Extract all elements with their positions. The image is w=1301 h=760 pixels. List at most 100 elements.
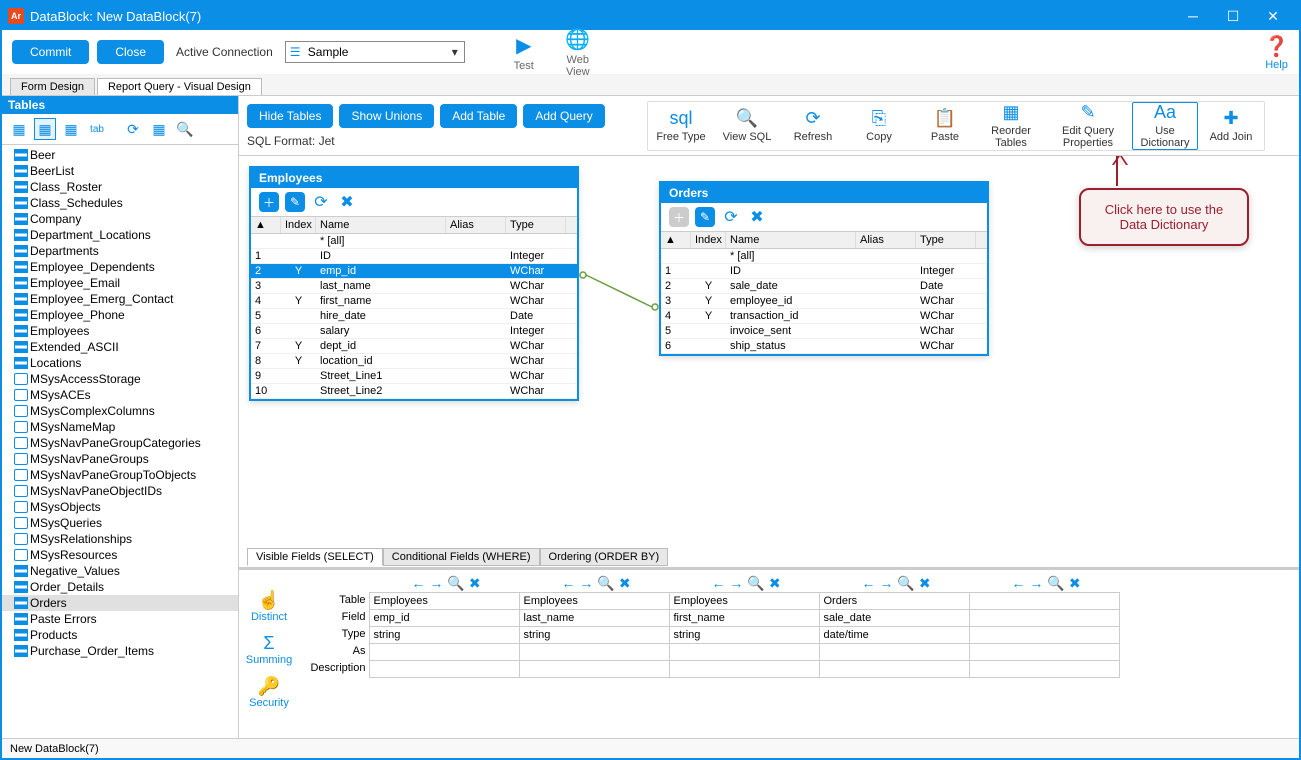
field-type-cell[interactable]: string (369, 626, 520, 644)
test-button[interactable]: ▶ Test (501, 33, 547, 72)
tree-item-class-schedules[interactable]: Class_Schedules (2, 195, 238, 211)
use-dictionary-button[interactable]: AaUse Dictionary (1132, 102, 1198, 150)
field-description-cell[interactable] (669, 660, 820, 678)
tree-item-employee-phone[interactable]: Employee_Phone (2, 307, 238, 323)
table-tree[interactable]: BeerBeerListClass_RosterClass_SchedulesC… (2, 145, 238, 738)
field-type-cell[interactable]: string (669, 626, 820, 644)
tab-visible-fields[interactable]: Visible Fields (SELECT) (247, 548, 383, 566)
edit-field-icon[interactable]: ✎ (695, 207, 715, 227)
remove-card-icon[interactable]: ✖ (747, 207, 767, 227)
field-row[interactable]: 9Street_Line1WChar (251, 369, 577, 384)
field-row[interactable]: 3Yemployee_idWChar (661, 294, 987, 309)
zoom-icon[interactable]: 🔍 (897, 575, 914, 592)
field-table-cell[interactable]: Employees (369, 592, 520, 610)
column-controls[interactable]: ←→🔍 ✖ (371, 574, 521, 592)
tree-item-beer[interactable]: Beer (2, 147, 238, 163)
field-row[interactable]: 2Ysale_dateDate (661, 279, 987, 294)
tab-ordering[interactable]: Ordering (ORDER BY) (540, 548, 669, 566)
tree-item-locations[interactable]: Locations (2, 355, 238, 371)
move-left-icon[interactable]: ← (411, 575, 425, 591)
maximize-button[interactable]: ☐ (1213, 2, 1253, 30)
tab-form-design[interactable]: Form Design (10, 78, 95, 95)
field-row[interactable]: 5invoice_sentWChar (661, 324, 987, 339)
tree-item-company[interactable]: Company (2, 211, 238, 227)
view-detail-icon[interactable]: ▦ (34, 118, 56, 140)
field-as-cell[interactable] (819, 643, 970, 661)
column-controls[interactable]: ←→🔍 ✖ (821, 574, 971, 592)
remove-column-icon[interactable]: ✖ (469, 575, 481, 592)
field-type-cell[interactable]: string (519, 626, 670, 644)
field-description-cell[interactable] (519, 660, 670, 678)
distinct-button[interactable]: ☝Distinct (251, 590, 287, 623)
move-left-icon[interactable]: ← (561, 575, 575, 591)
field-as-cell[interactable] (969, 643, 1120, 661)
tree-item-products[interactable]: Products (2, 627, 238, 643)
field-row[interactable]: 8Ylocation_idWChar (251, 354, 577, 369)
move-right-icon[interactable]: → (1029, 575, 1043, 591)
move-left-icon[interactable]: ← (1011, 575, 1025, 591)
field-table-cell[interactable]: Employees (519, 592, 670, 610)
field-row[interactable]: 4Ytransaction_idWChar (661, 309, 987, 324)
field-row[interactable]: 6salaryInteger (251, 324, 577, 339)
tree-item-msysrelationships[interactable]: MSysRelationships (2, 531, 238, 547)
add-join-button[interactable]: ✚Add Join (1198, 102, 1264, 150)
field-description-cell[interactable] (369, 660, 520, 678)
refresh-tree-icon[interactable]: ⟳ (122, 118, 144, 140)
tree-item-msysobjects[interactable]: MSysObjects (2, 499, 238, 515)
refresh-card-icon[interactable]: ⟳ (721, 207, 741, 227)
add-query-button[interactable]: Add Query (523, 104, 604, 128)
canvas-body[interactable]: Employees ＋ ✎ ⟳ ✖ ▲IndexNameAliasType* [… (239, 156, 1299, 738)
commit-button[interactable]: Commit (12, 40, 89, 64)
tree-item-msysnavpanegroupcategories[interactable]: MSysNavPaneGroupCategories (2, 435, 238, 451)
field-field-cell[interactable]: sale_date (819, 609, 970, 627)
move-right-icon[interactable]: → (429, 575, 443, 591)
employees-table-card[interactable]: Employees ＋ ✎ ⟳ ✖ ▲IndexNameAliasType* [… (249, 166, 579, 401)
view-grid-icon[interactable]: ▦ (60, 118, 82, 140)
view-sql-button[interactable]: 🔍View SQL (714, 102, 780, 150)
tree-item-employee-dependents[interactable]: Employee_Dependents (2, 259, 238, 275)
view-simple-icon[interactable]: ▦ (8, 118, 30, 140)
tree-item-orders[interactable]: Orders (2, 595, 238, 611)
free-type-button[interactable]: sqlFree Type (648, 102, 714, 150)
zoom-icon[interactable]: 🔍 (447, 575, 464, 592)
tree-item-msysnamemap[interactable]: MSysNameMap (2, 419, 238, 435)
tree-item-class-roster[interactable]: Class_Roster (2, 179, 238, 195)
column-controls[interactable]: ←→🔍✖ (521, 574, 671, 592)
field-table-cell[interactable]: Orders (819, 592, 970, 610)
edit-query-properties-button[interactable]: ✎Edit Query Properties (1044, 102, 1132, 150)
remove-column-icon[interactable]: ✖ (619, 575, 631, 592)
refresh-card-icon[interactable]: ⟳ (311, 192, 331, 212)
window-close-button[interactable]: ✕ (1253, 2, 1293, 30)
move-left-icon[interactable]: ← (861, 575, 875, 591)
remove-column-icon[interactable]: ✖ (919, 575, 931, 592)
zoom-icon[interactable]: 🔍 (597, 575, 614, 592)
tree-item-extended-ascii[interactable]: Extended_ASCII (2, 339, 238, 355)
move-right-icon[interactable]: → (879, 575, 893, 591)
field-field-cell[interactable]: first_name (669, 609, 820, 627)
tree-item-msysresources[interactable]: MSysResources (2, 547, 238, 563)
copy-button[interactable]: ⎘Copy (846, 102, 912, 150)
column-controls[interactable]: ←→🔍✖ (971, 574, 1121, 592)
tree-item-negative-values[interactable]: Negative_Values (2, 563, 238, 579)
tree-item-msyscomplexcolumns[interactable]: MSysComplexColumns (2, 403, 238, 419)
field-table-cell[interactable] (969, 592, 1120, 610)
security-button[interactable]: 🔑Security (249, 676, 289, 709)
view-tab-icon[interactable]: tab (86, 118, 108, 140)
summing-button[interactable]: ΣSumming (246, 633, 292, 666)
field-description-cell[interactable] (819, 660, 970, 678)
table-options-icon[interactable]: ▦ (148, 118, 170, 140)
tree-item-paste-errors[interactable]: Paste Errors (2, 611, 238, 627)
column-controls[interactable]: ←→🔍✖ (671, 574, 821, 592)
tree-item-employee-email[interactable]: Employee_Email (2, 275, 238, 291)
remove-column-icon[interactable]: ✖ (1069, 575, 1081, 592)
field-as-cell[interactable] (369, 643, 520, 661)
orders-table-card[interactable]: Orders ＋ ✎ ⟳ ✖ ▲IndexNameAliasType* [all… (659, 181, 989, 356)
tree-item-employees[interactable]: Employees (2, 323, 238, 339)
field-row[interactable]: 5hire_dateDate (251, 309, 577, 324)
field-row[interactable]: 1IDInteger (661, 264, 987, 279)
field-type-cell[interactable] (969, 626, 1120, 644)
tree-item-msysnavpanegroups[interactable]: MSysNavPaneGroups (2, 451, 238, 467)
tree-item-purchase-order-items[interactable]: Purchase_Order_Items (2, 643, 238, 659)
tree-item-employee-emerg-contact[interactable]: Employee_Emerg_Contact (2, 291, 238, 307)
connection-dropdown[interactable]: ☰ Sample (285, 41, 465, 63)
